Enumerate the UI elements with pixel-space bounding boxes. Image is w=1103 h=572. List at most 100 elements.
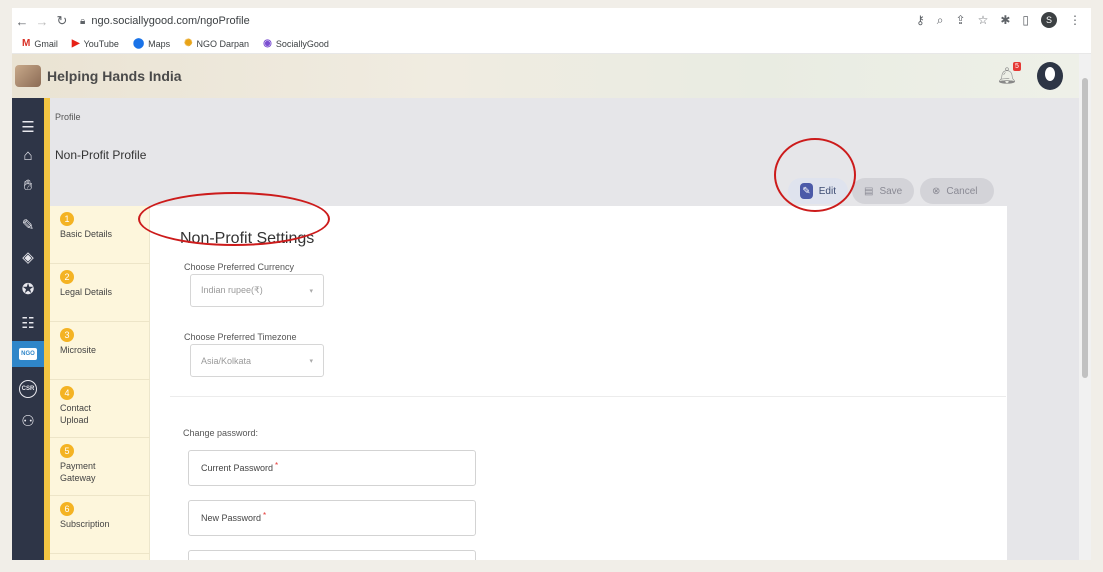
step-legal-details[interactable]: 2 Legal Details <box>50 264 150 322</box>
timezone-value: Asia/Kolkata <box>201 355 252 366</box>
step-number: 3 <box>60 328 74 342</box>
zoom-icon[interactable]: ⌕ <box>937 13 944 28</box>
step-label: Legal Details <box>60 287 113 297</box>
csr-icon-label: CSR <box>19 380 37 398</box>
profile-avatar[interactable]: S <box>1041 12 1057 28</box>
bookmark-youtube[interactable]: ▶ YouTube <box>72 38 119 49</box>
annotation-circle-title <box>138 192 330 246</box>
maps-icon: ⬤ <box>132 38 145 49</box>
youtube-icon: ▶ <box>71 38 80 49</box>
chevron-down-icon: ▾ <box>309 357 313 365</box>
reload-icon[interactable]: ↻ <box>52 13 72 29</box>
donation-icon[interactable]: ✎ <box>12 212 44 238</box>
current-password-placeholder: Current Password <box>201 463 274 473</box>
url-text: ngo.sociallygood.com/ngoProfile <box>91 15 250 27</box>
annotation-circle-edit <box>774 138 856 212</box>
current-password-field[interactable]: Current Password * <box>188 450 476 486</box>
step-microsite[interactable]: 3 Microsite <box>50 322 150 380</box>
profile-steps: 1 Basic Details 2 Legal Details 3 Micros… <box>50 206 150 560</box>
org-logo <box>15 65 41 87</box>
bookmark-sociallygood[interactable]: ◉ SociallyGood <box>263 38 329 49</box>
timezone-label: Choose Preferred Timezone <box>184 332 297 342</box>
left-nav: ☰ ⌂ ✋︎ ✎ ◈ ✪ ☷ NGO CSR ⚇ <box>12 98 44 560</box>
currency-value: Indian rupee(₹) <box>201 285 263 295</box>
bookmark-label: Maps <box>148 38 171 49</box>
forward-icon[interactable]: → <box>32 14 52 29</box>
award-icon[interactable]: ✪ <box>12 276 44 302</box>
bookmark-gmail[interactable]: M Gmail <box>22 38 58 49</box>
currency-label: Choose Preferred Currency <box>184 262 295 272</box>
app-header: Helping Hands India 🔔︎ 5 <box>12 54 1079 98</box>
bookmark-maps[interactable]: ⬤ Maps <box>133 38 170 49</box>
address-bar[interactable]: 🔒︎ ngo.sociallygood.com/ngoProfile <box>80 15 250 27</box>
badge-icon[interactable]: ◈ <box>12 244 44 270</box>
required-mark: * <box>275 460 279 470</box>
bookmark-ngo-darpan[interactable]: ✺ NGO Darpan <box>184 38 249 49</box>
home-icon[interactable]: ⌂ <box>12 142 44 168</box>
close-circle-icon: ⊗ <box>932 185 941 197</box>
step-number: 4 <box>60 386 74 400</box>
user-avatar[interactable] <box>1037 62 1063 90</box>
ngo-darpan-icon: ✺ <box>184 38 193 49</box>
step-subscription[interactable]: 6 Subscription <box>50 496 150 554</box>
sociallygood-icon: ◉ <box>263 38 272 49</box>
lock-icon: 🔒︎ <box>80 15 86 27</box>
ngo-icon-label: NGO <box>19 348 37 360</box>
chevron-down-icon: ▾ <box>309 287 313 295</box>
section-divider <box>170 396 1006 397</box>
bookmark-label: NGO Darpan <box>196 38 250 49</box>
new-password-field[interactable]: New Password * <box>188 500 476 536</box>
step-basic-details[interactable]: 1 Basic Details <box>50 206 150 264</box>
main-area: Profile Non-Profit Profile ✎ Edit ▤ Save… <box>50 98 1079 560</box>
org-name: Helping Hands India <box>47 68 182 84</box>
extensions-icon[interactable]: ✱ <box>1000 13 1010 27</box>
change-password-label: Change password: <box>183 428 259 438</box>
step-number: 5 <box>60 444 74 458</box>
notification-badge: 5 <box>1013 62 1021 71</box>
page-title: Non-Profit Profile <box>55 148 147 162</box>
currency-select[interactable]: Indian rupee(₹) ▾ <box>190 274 324 307</box>
users-icon[interactable]: ⚇ <box>12 408 44 434</box>
bookmark-label: SociallyGood <box>275 38 329 49</box>
required-mark: * <box>263 510 267 520</box>
step-contact-upload[interactable]: 4 Contact Upload <box>50 380 150 438</box>
browser-window: ← → ↻ 🔒︎ ngo.sociallygood.com/ngoProfile… <box>12 8 1091 560</box>
new-password-placeholder: New Password <box>201 513 262 523</box>
back-icon[interactable]: ← <box>12 14 32 29</box>
step-label: Microsite <box>60 345 97 355</box>
contacts-icon[interactable]: ☷ <box>12 310 44 336</box>
step-label: Subscription <box>60 519 110 529</box>
step-label: Basic Details <box>60 229 113 239</box>
timezone-select[interactable]: Asia/Kolkata ▾ <box>190 344 324 377</box>
step-number: 2 <box>60 270 74 284</box>
settings-card: Non-Profit Settings Choose Preferred Cur… <box>150 206 1007 560</box>
step-label: Contact Upload <box>60 403 92 425</box>
browser-toolbar: ← → ↻ 🔒︎ ngo.sociallygood.com/ngoProfile… <box>12 8 1091 34</box>
bookmark-label: YouTube <box>83 38 119 49</box>
save-button[interactable]: ▤ Save <box>852 178 914 204</box>
breadcrumb[interactable]: Profile <box>55 112 81 122</box>
step-number: 6 <box>60 502 74 516</box>
kebab-menu-icon[interactable]: ⋮ <box>1069 13 1081 27</box>
confirm-password-field[interactable] <box>188 550 476 560</box>
save-label: Save <box>879 185 903 197</box>
save-icon: ▤ <box>864 185 874 197</box>
scroll-thumb[interactable] <box>1082 78 1088 378</box>
step-number: 1 <box>60 212 74 226</box>
step-payment-gateway[interactable]: 5 Payment Gateway <box>50 438 150 496</box>
page-scrollbar[interactable] <box>1079 54 1091 560</box>
handshake-icon[interactable]: ✋︎ <box>12 172 44 198</box>
step-label: Payment Gateway <box>60 461 96 483</box>
cancel-label: Cancel <box>946 185 978 197</box>
cancel-button[interactable]: ⊗ Cancel <box>920 178 994 204</box>
bookmark-label: Gmail <box>34 38 58 49</box>
menu-icon[interactable]: ☰ <box>12 114 44 140</box>
gmail-icon: M <box>22 38 31 49</box>
star-icon[interactable]: ☆ <box>978 13 989 27</box>
share-icon[interactable]: ⇪ <box>956 13 966 27</box>
ngo-icon[interactable]: NGO <box>12 341 44 367</box>
csr-icon[interactable]: CSR <box>12 376 44 402</box>
bookmarks-bar: M Gmail ▶ YouTube ⬤ Maps ✺ NGO Darpan ◉ Socia… <box>12 34 1091 54</box>
sidepanel-icon[interactable]: ▯ <box>1022 13 1029 27</box>
key-icon[interactable]: ⚷ <box>916 13 925 27</box>
